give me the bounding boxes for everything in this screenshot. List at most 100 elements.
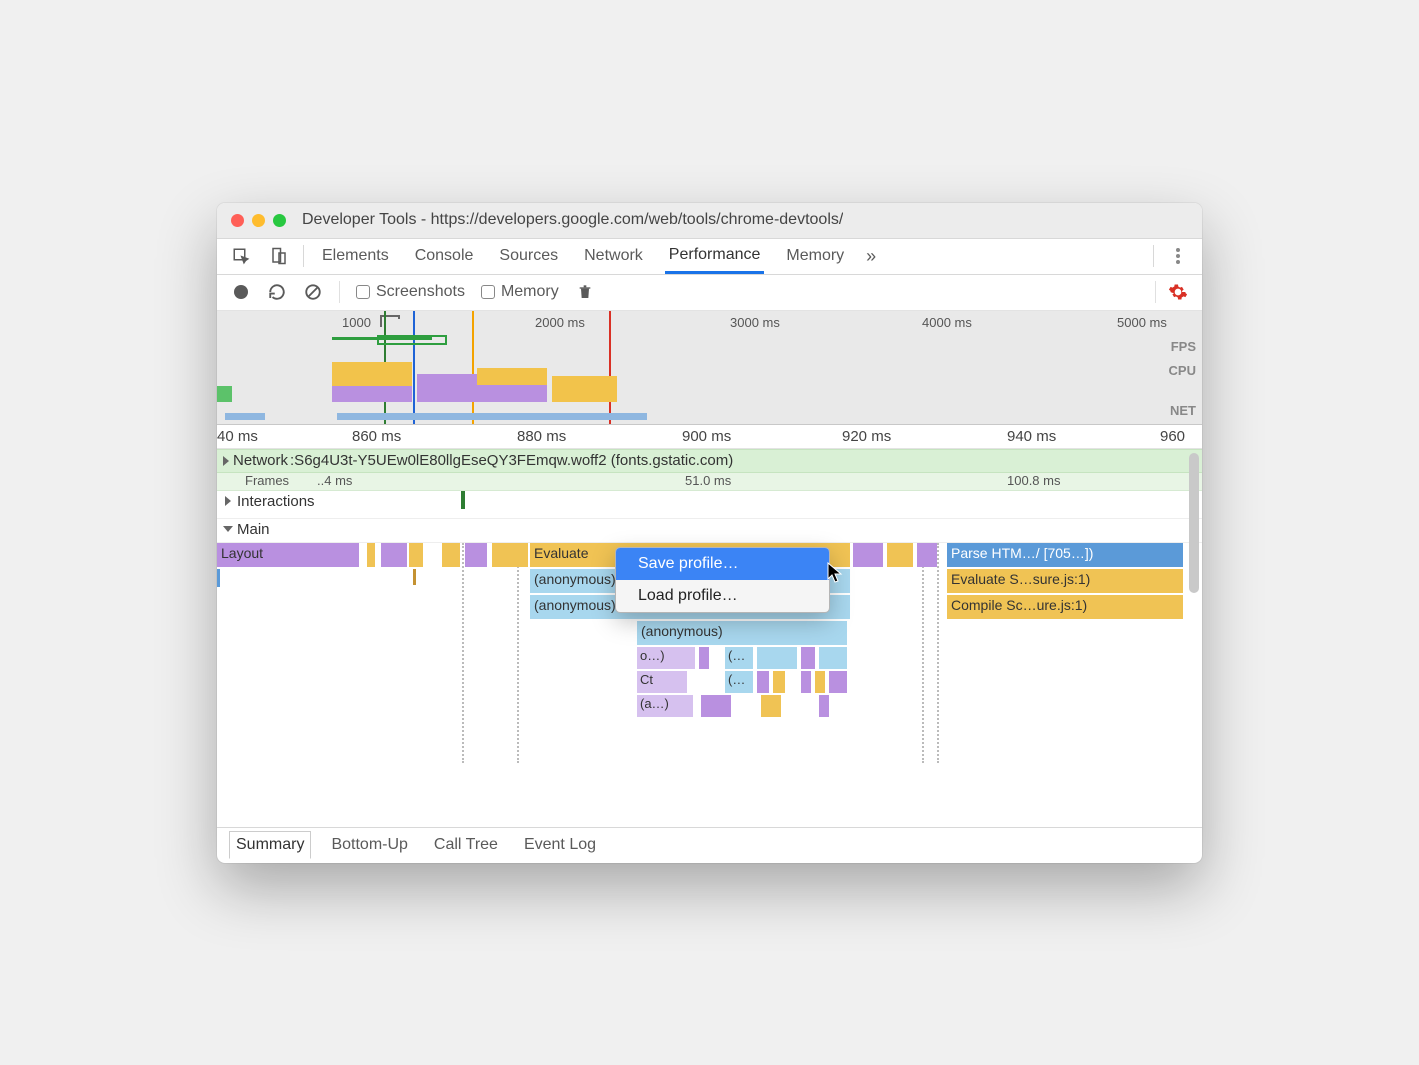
more-tabs-icon[interactable]: » — [866, 246, 876, 267]
flame-evaluate-sure[interactable]: Evaluate S…sure.js:1) — [947, 569, 1183, 593]
flame-paren[interactable]: (… — [725, 671, 753, 693]
tab-elements[interactable]: Elements — [318, 238, 393, 274]
flame-segment[interactable] — [801, 671, 811, 693]
trash-icon[interactable] — [575, 282, 595, 302]
ruler-tick: 920 ms — [842, 428, 891, 445]
tab-performance[interactable]: Performance — [665, 238, 765, 274]
ruler-tick: 40 ms — [217, 428, 258, 445]
overview-tick: 2000 ms — [535, 315, 585, 330]
triangle-down-icon — [223, 526, 233, 532]
flame-segment[interactable] — [819, 647, 847, 669]
menu-load-profile[interactable]: Load profile… — [616, 580, 829, 612]
devtools-window: Developer Tools - https://developers.goo… — [217, 203, 1202, 863]
flame-segment[interactable] — [829, 671, 847, 693]
screenshots-checkbox[interactable]: Screenshots — [356, 283, 465, 301]
flame-segment[interactable] — [465, 543, 487, 567]
flame-paren[interactable]: (… — [725, 647, 753, 669]
flame-tracks[interactable]: Network :S6g4U3t-Y5UEw0lE80llgEseQY3FEmq… — [217, 449, 1202, 827]
overview-tick: 1000 — [342, 315, 371, 330]
main-track[interactable]: Main — [217, 519, 1202, 540]
mouse-cursor-icon — [827, 562, 845, 584]
reload-icon[interactable] — [267, 282, 287, 302]
minimize-icon[interactable] — [252, 214, 265, 227]
flame-segment[interactable] — [887, 543, 913, 567]
frames-track[interactable]: Frames ..4 ms 51.0 ms 100.8 ms — [217, 473, 1202, 491]
flame-segment[interactable] — [761, 695, 781, 717]
inspect-icon[interactable] — [231, 246, 251, 266]
overview-row-net: NET — [1170, 403, 1196, 418]
flame-segment[interactable] — [442, 543, 460, 567]
performance-toolbar: Screenshots Memory — [217, 275, 1202, 311]
flame-anonymous[interactable]: (anonymous) — [637, 621, 847, 645]
flame-segment — [217, 569, 220, 587]
flame-segment[interactable] — [757, 647, 797, 669]
triangle-right-icon — [223, 456, 229, 466]
flame-segment[interactable] — [801, 647, 815, 669]
frame-value: ..4 ms — [317, 473, 352, 488]
tab-event-log[interactable]: Event Log — [518, 832, 602, 858]
ruler-tick: 940 ms — [1007, 428, 1056, 445]
flame-segment[interactable] — [757, 671, 769, 693]
overview-row-fps: FPS — [1171, 339, 1196, 354]
flame-segment[interactable] — [853, 543, 883, 567]
screenshots-label: Screenshots — [376, 283, 465, 301]
network-resource: :S6g4U3t-Y5UEw0lE80llgEseQY3FEmqw.woff2 … — [290, 452, 733, 469]
overview-row-cpu: CPU — [1169, 363, 1196, 378]
frame-value: 51.0 ms — [685, 473, 731, 488]
tab-network[interactable]: Network — [580, 238, 647, 274]
settings-gear-icon[interactable] — [1168, 282, 1188, 302]
tab-memory[interactable]: Memory — [782, 238, 848, 274]
overview-timeline[interactable]: 1000 2000 ms 3000 ms 4000 ms 5000 ms FPS… — [217, 311, 1202, 425]
network-track[interactable]: Network :S6g4U3t-Y5UEw0lE80llgEseQY3FEmq… — [217, 449, 1202, 473]
vertical-scrollbar[interactable] — [1189, 453, 1199, 593]
flame-compile[interactable]: Compile Sc…ure.js:1) — [947, 595, 1183, 619]
window-title: Developer Tools - https://developers.goo… — [302, 211, 843, 229]
overview-tick: 5000 ms — [1117, 315, 1167, 330]
interactions-track[interactable]: Interactions — [217, 491, 1202, 512]
flame-segment[interactable] — [815, 671, 825, 693]
panel-tabstrip: Elements Console Sources Network Perform… — [217, 239, 1202, 275]
interaction-marker — [461, 491, 465, 509]
frames-label: Frames — [245, 473, 289, 488]
flame-segment — [413, 569, 416, 585]
flame-segment[interactable] — [699, 647, 709, 669]
flame-segment[interactable] — [819, 695, 829, 717]
memory-checkbox[interactable]: Memory — [481, 283, 559, 301]
flame-parse-html[interactable]: Parse HTM…/ [705…]) — [947, 543, 1183, 567]
flame-segment[interactable] — [409, 543, 423, 567]
memory-label: Memory — [501, 283, 559, 301]
flame-o[interactable]: o…) — [637, 647, 695, 669]
main-label: Main — [237, 521, 270, 538]
clear-icon[interactable] — [303, 282, 323, 302]
overview-tick: 3000 ms — [730, 315, 780, 330]
tab-console[interactable]: Console — [411, 238, 478, 274]
flame-segment[interactable] — [492, 543, 528, 567]
tab-summary[interactable]: Summary — [229, 831, 311, 859]
flame-ct[interactable]: Ct — [637, 671, 687, 693]
ruler-tick: 860 ms — [352, 428, 401, 445]
flame-segment[interactable] — [349, 543, 359, 567]
tab-bottom-up[interactable]: Bottom-Up — [325, 832, 413, 858]
overview-tick: 4000 ms — [922, 315, 972, 330]
interactions-label: Interactions — [237, 493, 315, 510]
menu-save-profile[interactable]: Save profile… — [616, 548, 829, 580]
kebab-menu-icon[interactable] — [1168, 246, 1188, 266]
flame-segment[interactable] — [773, 671, 785, 693]
flame-segment[interactable] — [381, 543, 407, 567]
flame-layout[interactable]: Layout — [217, 543, 349, 567]
tab-call-tree[interactable]: Call Tree — [428, 832, 504, 858]
network-track-label: Network — [233, 452, 288, 469]
close-icon[interactable] — [231, 214, 244, 227]
tab-sources[interactable]: Sources — [495, 238, 562, 274]
flame-segment[interactable] — [367, 543, 375, 567]
triangle-right-icon — [225, 496, 231, 506]
time-ruler[interactable]: 40 ms 860 ms 880 ms 900 ms 920 ms 940 ms… — [217, 425, 1202, 449]
device-icon[interactable] — [269, 246, 289, 266]
ruler-tick: 900 ms — [682, 428, 731, 445]
maximize-icon[interactable] — [273, 214, 286, 227]
titlebar: Developer Tools - https://developers.goo… — [217, 203, 1202, 239]
flame-segment[interactable] — [917, 543, 937, 567]
flame-segment[interactable] — [701, 695, 731, 717]
flame-a[interactable]: (a…) — [637, 695, 693, 717]
record-icon[interactable] — [231, 282, 251, 302]
